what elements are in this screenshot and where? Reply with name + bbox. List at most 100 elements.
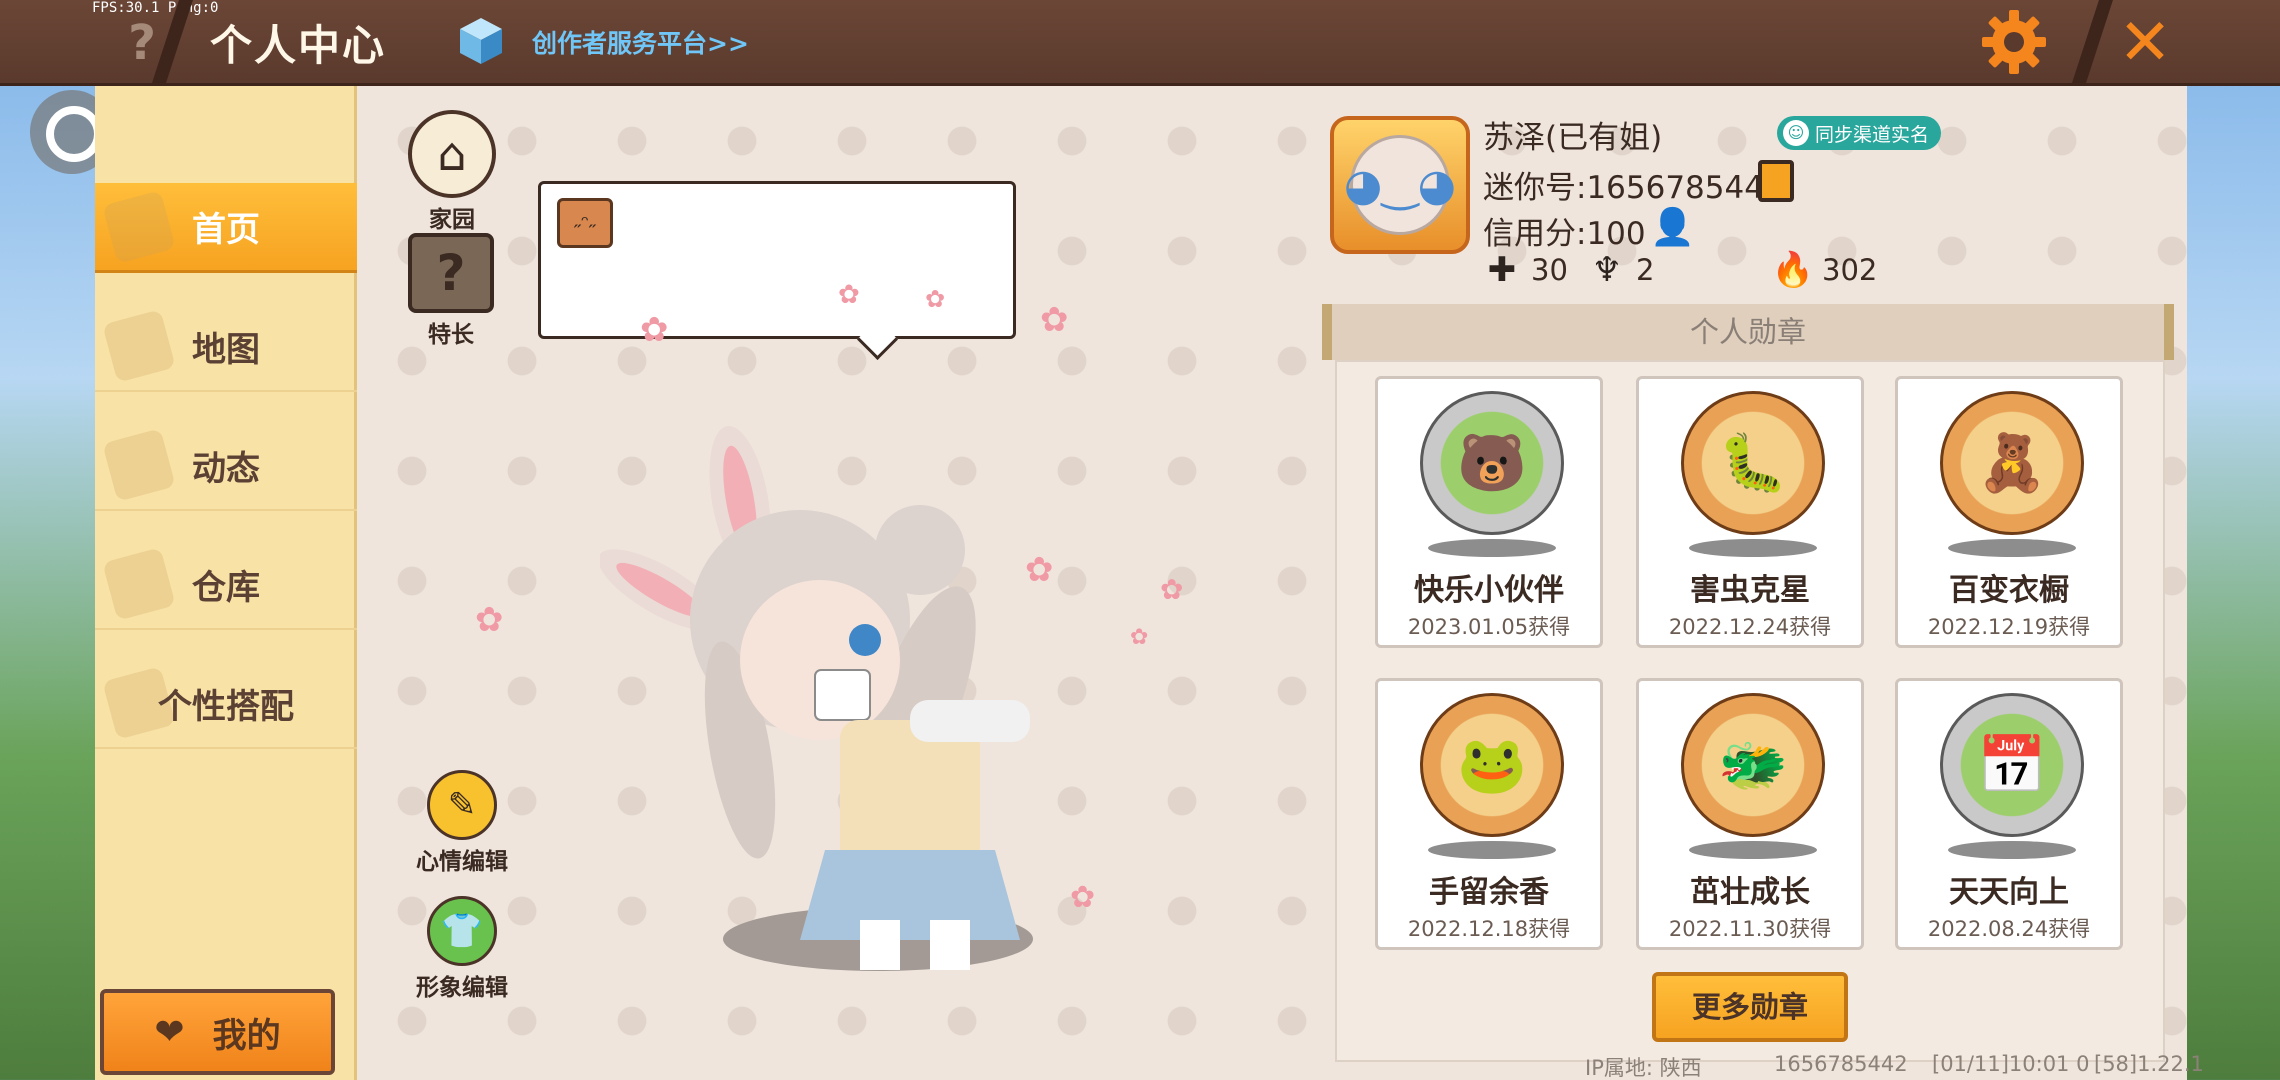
- sidebar-item-label: 地图: [192, 329, 260, 370]
- medal-date: 2022.11.30获得: [1668, 917, 1832, 941]
- medal-bug-icon: 🐛: [1681, 391, 1825, 535]
- sidebar-item-outfit[interactable]: 个性搭配: [95, 659, 357, 749]
- player-character[interactable]: [598, 420, 1060, 980]
- petal-decoration: ✿: [1130, 625, 1149, 650]
- look-edit-button[interactable]: 👕 形象编辑: [416, 896, 508, 1002]
- petal-decoration: ✿: [838, 280, 860, 310]
- medal-card[interactable]: 📅 天天向上 2022.08.24获得: [1895, 678, 2123, 950]
- top-bar: FPS:30.1 Ping:0 ? 个人中心 创作者服务平台>> ✕: [0, 0, 2280, 86]
- more-medals-button[interactable]: 更多勋章: [1652, 972, 1848, 1042]
- copy-icon[interactable]: [1758, 160, 1794, 202]
- medals-header: 个人勋章: [1322, 304, 2174, 360]
- edit-icon: ✎: [427, 770, 497, 840]
- mine-label: 我的: [212, 1015, 281, 1056]
- footer-version: [58]1.22.1: [2094, 1052, 2204, 1076]
- sidebar-nav: 首页 地图 动态 仓库 个性搭配: [95, 86, 357, 1080]
- sync-realname-button[interactable]: ☺ 同步渠道实名: [1777, 116, 1942, 150]
- medal-card[interactable]: 🐛 害虫克星 2022.12.24获得: [1636, 376, 1864, 648]
- mine-button[interactable]: ❤ 我的: [100, 989, 335, 1075]
- petal-decoration: ✿: [1160, 573, 1184, 606]
- medal-bear-icon: 🐻: [1420, 391, 1564, 535]
- fans-stat[interactable]: ♆ 2: [1588, 250, 1655, 290]
- sidebar-item-label: 仓库: [192, 567, 260, 608]
- sidebar-item-label: 个性搭配: [158, 686, 294, 727]
- medal-name: 快乐小伙伴: [1414, 573, 1564, 608]
- home-label: 家园: [429, 207, 475, 233]
- medal-base: [1428, 841, 1556, 859]
- medal-base: [1689, 539, 1817, 557]
- fans-cheer-icon: ♆: [1591, 250, 1623, 290]
- house-icon: [102, 190, 176, 264]
- medal-base: [1428, 539, 1556, 557]
- house-icon: ⌂: [408, 110, 496, 198]
- close-button[interactable]: ✕: [2110, 8, 2180, 78]
- player-name: 苏泽(已有姐): [1483, 120, 1663, 156]
- follow-count: 30: [1531, 253, 1568, 287]
- ip-location: IP属地: 陕西: [1585, 1056, 1702, 1080]
- medal-date: 2022.12.18获得: [1407, 917, 1571, 941]
- fans-count: 2: [1636, 253, 1655, 287]
- settings-button[interactable]: [1980, 8, 2048, 76]
- follow-plus-icon: ✚: [1487, 250, 1517, 290]
- medal-date: 2022.12.19获得: [1927, 615, 2091, 639]
- medal-card[interactable]: 🧸 百变衣橱 2022.12.19获得: [1895, 376, 2123, 648]
- medal-date: 2022.12.24获得: [1668, 615, 1832, 639]
- petal-decoration: ✿: [475, 600, 504, 640]
- medal-date: 2022.08.24获得: [1927, 917, 2091, 941]
- home-button[interactable]: ⌂ 家园: [408, 110, 496, 234]
- mood-edit-button[interactable]: ✎ 心情编辑: [416, 770, 508, 876]
- look-edit-label: 形象编辑: [416, 975, 508, 1001]
- medal-dragon-icon: 🐲: [1681, 693, 1825, 837]
- medal-card[interactable]: 🐻 快乐小伙伴 2023.01.05获得: [1375, 376, 1603, 648]
- follow-stat[interactable]: ✚ 30: [1483, 250, 1568, 290]
- flame-icon: 🔥: [1771, 250, 1815, 290]
- heat-count: 302: [1822, 253, 1878, 287]
- warehouse-icon: [102, 547, 176, 621]
- map-icon: [102, 309, 176, 383]
- heart-icon: ❤: [154, 1011, 185, 1053]
- mood-bubble[interactable]: ˶ᵔ˶: [538, 181, 1016, 339]
- divider: [2071, 0, 2113, 86]
- page-title: 个人中心: [210, 21, 387, 70]
- mood-edit-label: 心情编辑: [416, 849, 508, 875]
- medal-date: 2023.01.05获得: [1407, 615, 1571, 639]
- medal-base: [1948, 539, 2076, 557]
- talent-label: 特长: [428, 322, 474, 348]
- medal-name: 天天向上: [1949, 875, 2069, 910]
- avatar-face-icon: ◕‿◕: [1344, 135, 1456, 235]
- heat-stat: 🔥 302: [1771, 250, 1878, 290]
- medal-wardrobe-icon: 🧸: [1940, 391, 2084, 535]
- sidebar-item-map[interactable]: 地图: [95, 302, 357, 392]
- sidebar-item-home[interactable]: 首页: [95, 183, 357, 273]
- mini-id: 迷你号:1656785442: [1483, 170, 1784, 206]
- medal-calendar-icon: 📅: [1940, 693, 2084, 837]
- sidebar-item-label: 动态: [192, 448, 260, 489]
- bell-icon: [102, 428, 176, 502]
- medal-name: 茁壮成长: [1690, 875, 1810, 910]
- creator-platform-link[interactable]: 创作者服务平台>>: [532, 24, 749, 60]
- user-icon: ☺: [1783, 120, 1809, 146]
- medal-base: [1948, 841, 2076, 859]
- credit-user-icon[interactable]: 👤: [1650, 206, 1695, 248]
- medal-name: 手留余香: [1429, 875, 1549, 910]
- mood-emoji-icon: ˶ᵔ˶: [557, 198, 613, 248]
- medal-frog-icon: 🐸: [1420, 693, 1564, 837]
- sidebar-item-warehouse[interactable]: 仓库: [95, 540, 357, 630]
- petal-decoration: ✿: [1040, 300, 1069, 340]
- petal-decoration: ✿: [640, 310, 669, 350]
- medal-name: 害虫克星: [1690, 573, 1810, 608]
- medal-card[interactable]: 🐸 手留余香 2022.12.18获得: [1375, 678, 1603, 950]
- footer-id: 1656785442: [1774, 1052, 1908, 1076]
- medal-base: [1689, 841, 1817, 859]
- petal-decoration: ✿: [1025, 550, 1054, 590]
- petal-decoration: ✿: [1070, 880, 1096, 915]
- cube-icon[interactable]: [458, 16, 504, 66]
- credit-score: 信用分:100: [1483, 216, 1646, 252]
- talent-button[interactable]: ? 特长: [408, 233, 494, 349]
- outfit-icon: 👕: [427, 896, 497, 966]
- petal-decoration: ✿: [925, 285, 946, 313]
- sidebar-item-feed[interactable]: 动态: [95, 421, 357, 511]
- question-icon: ?: [408, 233, 494, 313]
- avatar[interactable]: ◕‿◕: [1330, 116, 1470, 254]
- medal-card[interactable]: 🐲 茁壮成长 2022.11.30获得: [1636, 678, 1864, 950]
